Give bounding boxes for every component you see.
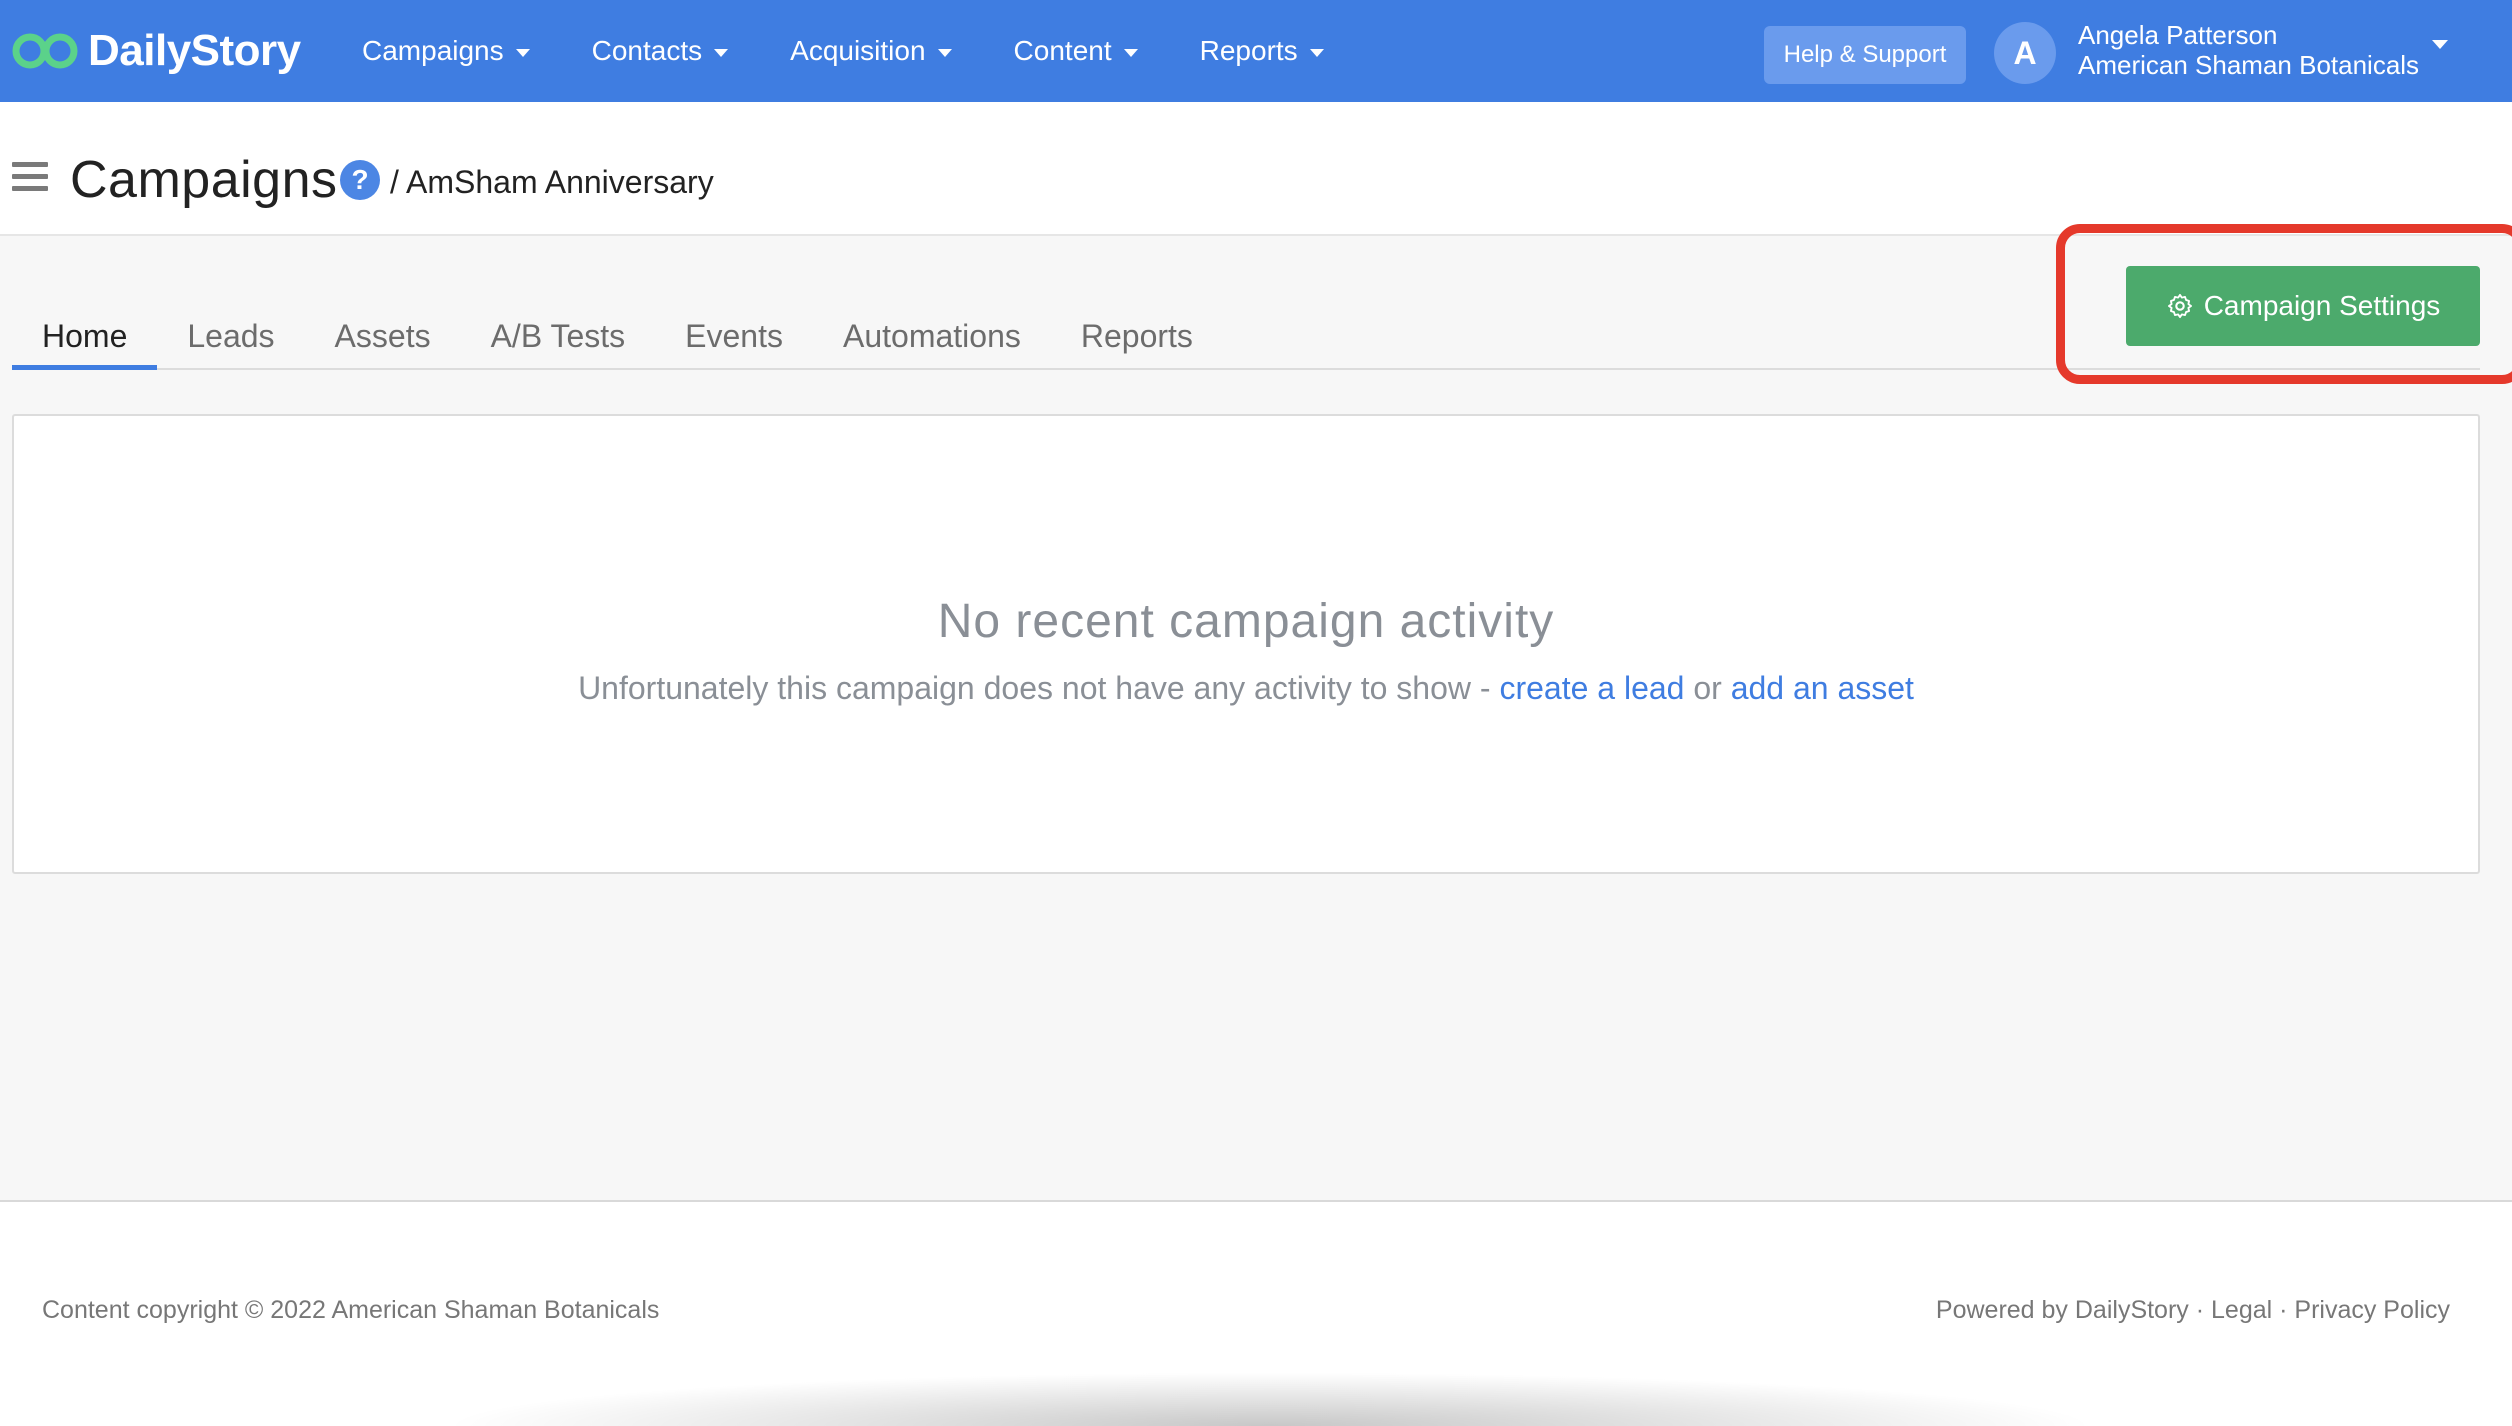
campaign-settings-button[interactable]: Campaign Settings [2126,266,2480,346]
add-asset-link[interactable]: add an asset [1731,670,1914,706]
tab-home[interactable]: Home [12,310,158,370]
create-lead-link[interactable]: create a lead [1499,670,1684,706]
infinity-logo-icon [12,33,78,69]
nav-contacts[interactable]: Contacts [592,35,729,67]
tab-reports[interactable]: Reports [1051,310,1223,370]
breadcrumb: / AmSham Anniversary [390,164,714,200]
empty-state-text: Unfortunately this campaign does not hav… [14,670,2478,707]
user-name: Angela Patterson [2078,20,2278,50]
nav-label: Contacts [591,35,703,66]
help-support-button[interactable]: Help & Support [1764,26,1966,84]
help-circle-icon[interactable]: ? [340,160,380,200]
page-header: Campaigns ? / AmSham Anniversary [0,102,2512,236]
caret-down-icon [1309,48,1324,57]
nav-campaigns[interactable]: Campaigns [362,35,530,67]
campaign-settings-label: Campaign Settings [2203,290,2441,321]
nav-label: Acquisition [790,35,926,66]
caret-down-icon [937,48,952,57]
caret-down-icon [1123,48,1138,57]
powered-by-link[interactable]: Powered by DailyStory [1936,1296,2189,1324]
app-page: DailyStory Campaigns Contacts Acquisitio… [0,0,2512,1426]
activity-card: No recent campaign activity Unfortunatel… [12,414,2480,874]
nav-label: Reports [1199,35,1298,66]
nav-reports[interactable]: Reports [1200,35,1324,67]
avatar[interactable]: A [1994,22,2056,84]
user-menu[interactable]: Angela Patterson American Shaman Botanic… [2078,20,2419,80]
nav-label: Campaigns [362,35,504,66]
footer-links: Powered by DailyStory · Legal · Privacy … [1936,1296,2450,1325]
tab-assets[interactable]: Assets [305,310,461,370]
legal-link[interactable]: Legal [2211,1296,2272,1324]
nav-content[interactable]: Content [1014,35,1138,67]
page-title: Campaigns [70,151,338,209]
main-menu: Campaigns Contacts Acquisition Content R… [362,0,1386,102]
empty-state-message: Unfortunately this campaign does not hav… [578,670,1500,706]
brand-name: DailyStory [88,26,301,75]
empty-state-title: No recent campaign activity [937,595,1555,648]
user-menu-caret-icon[interactable] [2432,40,2448,49]
gear-icon [2167,293,2192,319]
tab-ab-tests[interactable]: A/B Tests [461,310,656,370]
window-shadow [440,1372,2100,1426]
brand-logo[interactable]: DailyStory [10,20,301,82]
user-org: American Shaman Botanicals [2078,50,2420,80]
nav-acquisition[interactable]: Acquisition [790,35,952,67]
tab-leads[interactable]: Leads [157,310,304,370]
footer-separator: · [2272,1296,2295,1324]
caret-down-icon [515,48,530,57]
footer-copyright: Content copyright © 2022 American Shaman… [42,1296,660,1324]
empty-state-or: or [1684,670,1731,706]
footer-separator: · [2188,1296,2212,1324]
tab-events[interactable]: Events [655,310,813,370]
nav-label: Content [1013,35,1112,66]
top-navbar: DailyStory Campaigns Contacts Acquisitio… [0,0,2512,102]
tab-automations[interactable]: Automations [813,310,1051,370]
hamburger-menu-icon[interactable] [12,162,48,192]
main-content: Home Leads Assets A/B Tests Events Autom… [0,224,2512,1202]
privacy-policy-link[interactable]: Privacy Policy [2294,1296,2450,1324]
caret-down-icon [714,48,729,57]
